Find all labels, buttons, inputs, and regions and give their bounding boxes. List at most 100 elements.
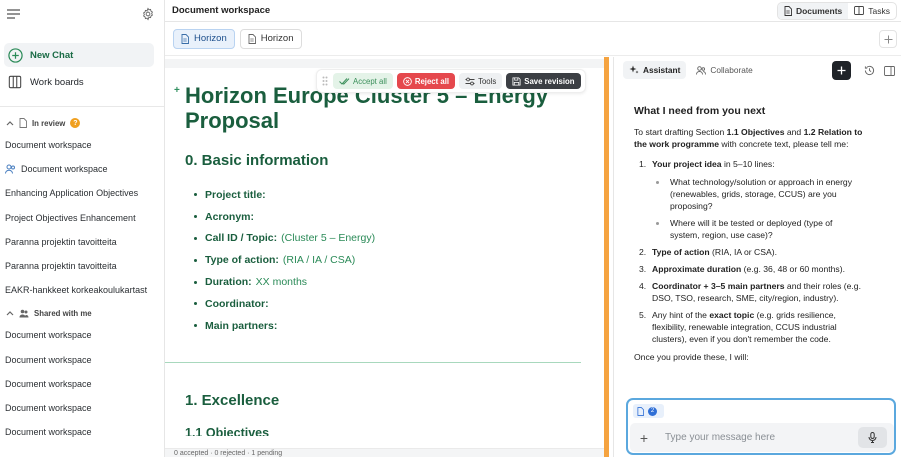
save-revision-label: Save revision <box>524 76 575 86</box>
chevron-up-icon <box>6 310 14 316</box>
page-title: Document workspace <box>172 5 271 16</box>
field-key: Duration: <box>205 276 252 289</box>
sidebar-item-label: Document workspace <box>5 402 92 413</box>
in-review-section-header[interactable]: In review ? <box>0 113 164 133</box>
work-boards-button[interactable]: Work boards <box>4 70 154 94</box>
request-list: 1. Your project idea in 5–10 lines: What t… <box>634 158 864 345</box>
item-bold: Type of action <box>652 247 710 257</box>
section-excellence: 1. Excellence <box>185 391 280 409</box>
sidebar-item-document[interactable]: Enhancing Application Objectives <box>0 181 164 205</box>
attached-documents-chip[interactable]: 2 <box>633 404 664 418</box>
insertion-marker-icon: + <box>174 85 180 96</box>
tab-collaborate[interactable]: Collaborate <box>690 61 758 79</box>
gear-icon[interactable] <box>141 7 155 21</box>
sidebar-item-document[interactable]: Paranna projektin tavoitteita <box>0 254 164 278</box>
document-icon <box>637 406 644 416</box>
menu-icon[interactable] <box>7 9 20 19</box>
sidebar-item-document[interactable]: Document workspace <box>0 133 164 157</box>
field-value: (RIA / IA / CSA) <box>282 254 356 267</box>
tab-label: Horizon <box>260 33 294 44</box>
field-value: XX months <box>255 276 308 289</box>
sidebar-item-document[interactable]: Document workspace <box>0 157 164 181</box>
message-outro: Once you provide these, I will: <box>634 352 749 362</box>
shared-section-header[interactable]: Shared with me <box>0 303 164 323</box>
columns-icon <box>7 74 23 90</box>
field-key: Acronym: <box>205 210 255 223</box>
sidebar-item-label: Enhancing Application Objectives <box>5 188 139 199</box>
document-content[interactable]: + Horizon Europe Cluster 5 – Energy Prop… <box>165 83 600 436</box>
drag-handle-icon[interactable] <box>322 76 328 86</box>
tab-assistant[interactable]: Assistant <box>623 61 687 79</box>
document-tabs: Horizon Horizon <box>165 22 901 56</box>
accept-all-button[interactable]: Accept all <box>333 73 393 89</box>
add-tab-button[interactable] <box>879 30 897 48</box>
history-icon[interactable] <box>861 63 877 79</box>
message-input[interactable] <box>665 432 855 443</box>
plus-circle-icon <box>7 47 23 63</box>
request-item: 2. Type of action (RIA, IA or CSA). <box>639 246 864 258</box>
tab-horizon-1[interactable]: Horizon <box>173 28 235 49</box>
save-revision-button[interactable]: Save revision <box>506 73 581 89</box>
documents-toggle[interactable]: Documents <box>777 2 849 19</box>
help-badge[interactable]: ? <box>70 118 81 128</box>
tab-label: Horizon <box>194 33 227 44</box>
users-icon <box>19 309 29 318</box>
top-header: Document workspace Documents Tasks <box>165 0 901 22</box>
document-icon <box>19 118 27 128</box>
sidebar-item-shared-document[interactable]: Document workspace <box>0 323 164 347</box>
tools-button[interactable]: Tools <box>459 73 503 89</box>
bullet <box>194 324 197 328</box>
bullet <box>194 280 197 284</box>
field-key: Type of action: <box>205 254 279 267</box>
sidebar-item-document[interactable]: Project Objectives Enhancement <box>0 206 164 230</box>
sidebar-item-label: Project Objectives Enhancement <box>5 212 136 223</box>
bullet <box>194 215 197 219</box>
section-divider <box>165 361 581 363</box>
new-conversation-button[interactable] <box>832 61 851 80</box>
shared-title: Shared with me <box>34 308 92 318</box>
tab-horizon-2[interactable]: Horizon <box>239 28 302 49</box>
sidebar-item-document[interactable]: EAKR-hankkeet korkeakoulukartast <box>0 278 164 302</box>
reject-all-button[interactable]: Reject all <box>396 73 456 89</box>
basic-info-field: Acronym: <box>194 206 600 228</box>
document-editor[interactable]: + Horizon Europe Cluster 5 – Energy Prop… <box>165 57 605 457</box>
sidebar-item-label: Paranna projektin tavoitteita <box>5 236 117 247</box>
item-bold: exact topic <box>709 310 755 320</box>
sidebar-toggle-icon[interactable] <box>881 63 897 79</box>
sidebar-item-shared-document[interactable]: Document workspace <box>0 396 164 420</box>
item-number: 4. <box>639 281 647 291</box>
sidebar-item-document[interactable]: Paranna projektin tavoitteita <box>0 230 164 254</box>
input-row: + <box>630 423 894 452</box>
microphone-icon <box>868 432 877 443</box>
item-bold: Approximate duration <box>652 264 742 274</box>
bullet <box>194 302 197 306</box>
request-item: 1. Your project idea in 5–10 lines: What t… <box>639 158 864 241</box>
item-text: Any hint of the <box>652 310 710 320</box>
microphone-button[interactable] <box>858 427 887 448</box>
document-icon <box>784 5 792 16</box>
sidebar-item-shared-document[interactable]: Document workspace <box>0 348 164 372</box>
new-chat-label: New Chat <box>30 49 74 61</box>
sidebar-item-shared-document[interactable]: Document workspace <box>0 420 164 444</box>
new-chat-button[interactable]: New Chat <box>4 43 154 67</box>
reject-all-label: Reject all <box>414 76 450 86</box>
editor-scroll-strip <box>165 59 605 68</box>
tab-assistant-label: Assistant <box>643 65 681 75</box>
item-number: 5. <box>639 310 647 320</box>
field-value: (Cluster 5 – Energy) <box>281 232 376 245</box>
sub-item: Where will it be tested or deployed (typ… <box>656 217 864 241</box>
sliders-icon <box>465 77 475 86</box>
add-attachment-button[interactable]: + <box>633 430 655 446</box>
item-text: (RIA, IA or CSA). <box>709 247 777 257</box>
sidebar-item-shared-document[interactable]: Document workspace <box>0 372 164 396</box>
item-number: 1. <box>639 159 647 169</box>
field-key: Project title: <box>205 188 266 201</box>
tasks-toggle[interactable]: Tasks <box>848 3 896 19</box>
shared-list: Document workspace Document workspace Docu… <box>0 323 164 444</box>
item-bold: Your project idea <box>652 159 722 169</box>
document-icon <box>181 33 189 44</box>
panel-resize-handle[interactable] <box>604 57 609 457</box>
assistant-message: What I need from you next To start draft… <box>634 105 864 371</box>
sidebar-item-label: Document workspace <box>5 140 92 151</box>
sidebar-item-label: Document workspace <box>5 330 92 341</box>
